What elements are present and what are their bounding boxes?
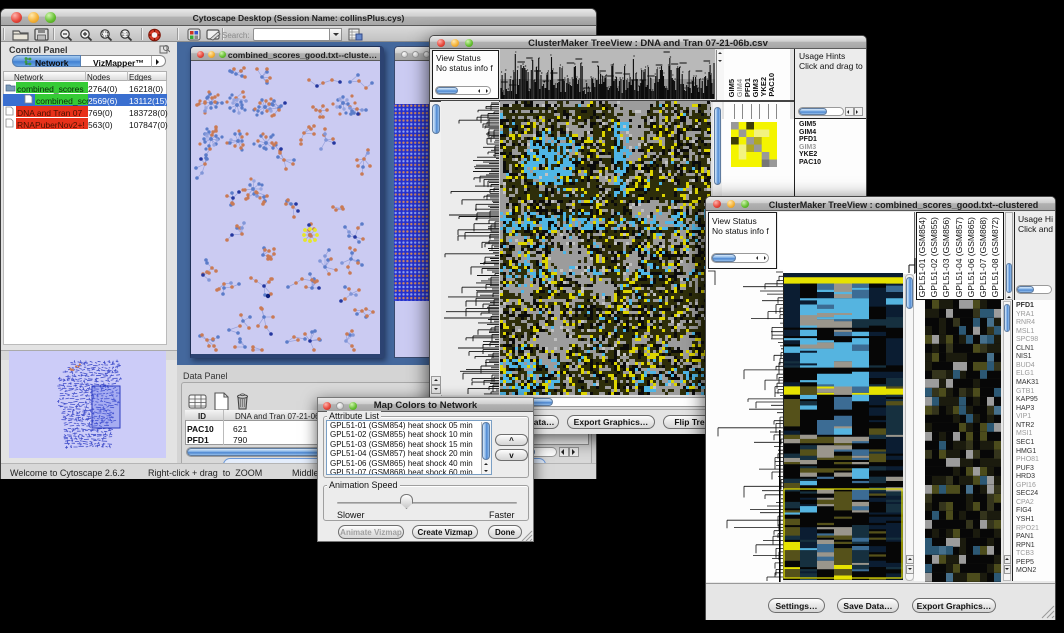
- svg-text:1:1: 1:1: [122, 32, 129, 38]
